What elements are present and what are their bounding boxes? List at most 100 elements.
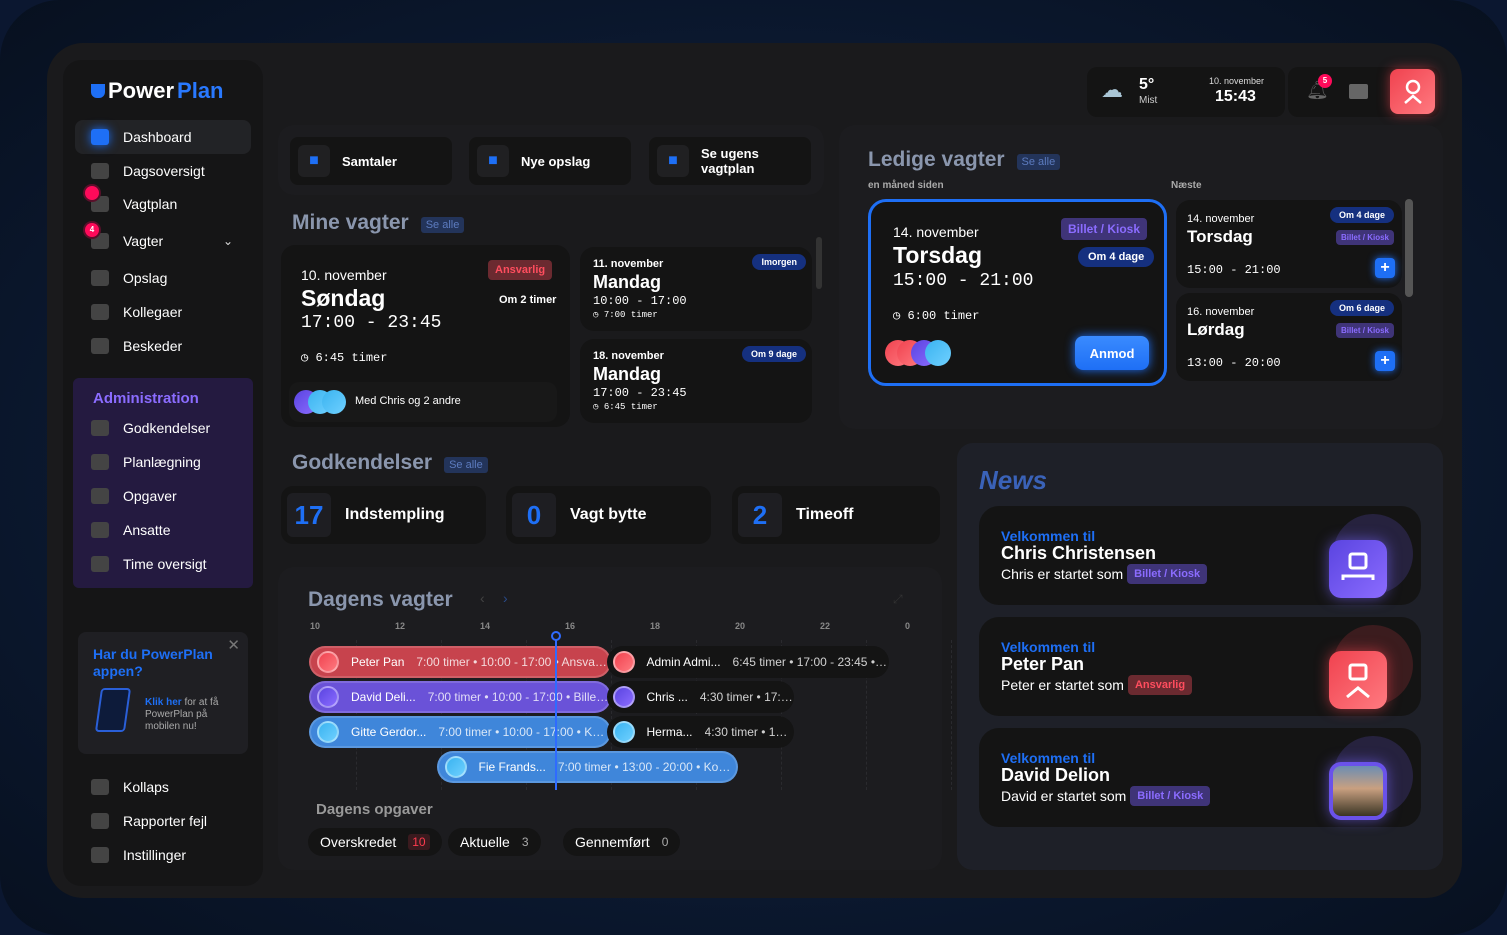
shift-card[interactable]: 11. november Mandag 10:00 - 17:00 ◷ 7:00…: [580, 247, 812, 331]
task-filter-overskredet[interactable]: Overskredet 10: [308, 828, 442, 856]
task-filter-gennemført[interactable]: Gennemført 0: [563, 828, 681, 856]
shift-employee: Fie Frands...: [478, 760, 546, 774]
approval-vagt-bytte[interactable]: 0 Vagt bytte: [506, 486, 711, 544]
promo-link[interactable]: Klik her: [145, 697, 182, 708]
sidebar-item-instillinger[interactable]: Instillinger: [75, 838, 251, 872]
shift-date: 18. november: [593, 350, 664, 362]
open-shift-card[interactable]: 14. november Torsdag 15:00 - 21:00 Om 4 …: [1176, 200, 1402, 288]
shift-hours: ◷ 6:45 timer: [593, 402, 658, 412]
profile-avatar-button[interactable]: [1390, 69, 1435, 114]
shift-info: 4:30 timer • 17:00...: [699, 690, 794, 704]
chat-icon: ■: [298, 145, 330, 177]
chat-icon[interactable]: [1349, 84, 1368, 99]
notification-badge: [85, 186, 99, 200]
news-avatar: [1329, 540, 1387, 598]
sidebar-item-kollegaer[interactable]: Kollegaer: [75, 295, 251, 329]
approval-indstempling[interactable]: 17 Indstempling: [281, 486, 486, 544]
countdown-pill: Om 9 dage: [741, 346, 806, 362]
quick-action-nye-opslag[interactable]: ■ Nye opslag: [469, 137, 631, 185]
shift-hours: ◷ 6:45 timer: [301, 351, 388, 365]
section-title: Godkendelser: [292, 451, 433, 474]
logo[interactable]: Power Plan: [91, 78, 224, 104]
sidebar-item-dashboard[interactable]: Dashboard: [75, 120, 251, 154]
next-shift-card[interactable]: 10. november Søndag 17:00 - 23:45 ◷ 6:45…: [281, 245, 570, 427]
news-avatar: [1329, 762, 1387, 820]
role-badge: Billet / Kiosk: [1127, 564, 1208, 584]
scrollbar[interactable]: [816, 237, 822, 289]
user-role-icon: [1346, 663, 1370, 699]
sidebar-item-ansatte[interactable]: Ansatte: [75, 513, 251, 547]
add-icon[interactable]: +: [1375, 351, 1395, 371]
approval-label: Timeoff: [796, 506, 854, 523]
sidebar-item-kollaps[interactable]: Kollaps: [75, 770, 251, 804]
section-title: Dagens opgaver: [316, 801, 433, 818]
sidebar-item-planlægning[interactable]: Planlægning: [75, 445, 251, 479]
sidebar: Power Plan Dashboard Dagsoversigt Vagtplan 4…: [63, 60, 263, 886]
news-text: David er startet som: [1001, 788, 1127, 804]
calendar-stack-icon: [91, 163, 109, 179]
news-item[interactable]: Velkommen til Peter Pan Peter er startet…: [979, 617, 1421, 716]
shift-hours: ◷ 6:00 timer: [893, 309, 980, 323]
timeline-shift[interactable]: Gitte Gerdor... 7:00 timer • 10:00 - 17:0…: [309, 716, 611, 748]
sidebar-item-label: Vagter: [123, 233, 164, 249]
expand-icon[interactable]: ⤢: [893, 592, 903, 607]
sidebar-item-dagsoversigt[interactable]: Dagsoversigt: [75, 154, 251, 188]
timeline-shift[interactable]: Chris ... 4:30 timer • 17:00...: [606, 681, 794, 713]
news-item[interactable]: Velkommen til David Delion David er star…: [979, 728, 1421, 827]
sidebar-item-beskeder[interactable]: Beskeder: [75, 329, 251, 363]
news-text: Peter er startet som: [1001, 677, 1124, 693]
approval-count: 0: [512, 493, 556, 537]
sidebar-item-godkendelser[interactable]: Godkendelser: [75, 411, 251, 445]
sidebar-item-opslag[interactable]: Opslag: [75, 261, 251, 295]
see-all-button[interactable]: Se alle: [1016, 153, 1061, 170]
quick-action-label: Se ugens vagtplan: [701, 146, 759, 176]
open-shift-card[interactable]: 16. november Lørdag 13:00 - 20:00 Om 6 d…: [1176, 293, 1402, 381]
request-button[interactable]: Anmod: [1075, 336, 1149, 370]
sidebar-item-time-oversigt[interactable]: Time oversigt: [75, 547, 251, 581]
timeline-shift[interactable]: Admin Admi... 6:45 timer • 17:00 - 23:45 …: [606, 646, 890, 678]
shift-time: 17:00 - 23:45: [301, 313, 442, 333]
quick-action-se-ugens-vagtplan[interactable]: ■ Se ugens vagtplan: [649, 137, 811, 185]
hours-value: 6:00 timer: [907, 309, 980, 323]
avatar: [317, 651, 339, 673]
section-title: Ledige vagter: [868, 148, 1005, 171]
news-item[interactable]: Velkommen til Chris Christensen Chris er…: [979, 506, 1421, 605]
timeline-shift[interactable]: David Deli... 7:00 timer • 10:00 - 17:00 …: [309, 681, 611, 713]
admin-item-icon: [91, 488, 109, 504]
hours-value: 6:45 timer: [603, 402, 658, 412]
avatar: [612, 686, 635, 708]
sidebar-item-opgaver[interactable]: Opgaver: [75, 479, 251, 513]
sidebar-item-vagtplan[interactable]: Vagtplan: [75, 186, 251, 221]
sidebar-item-rapporter-fejl[interactable]: Rapporter fejl: [75, 804, 251, 838]
approval-timeoff[interactable]: 2 Timeoff: [732, 486, 940, 544]
timeline-shift[interactable]: Herma... 4:30 timer • 17:00...: [606, 716, 794, 748]
ledige-header: Ledige vagter Se alle: [868, 148, 1061, 172]
timeline-shift[interactable]: Fie Frands... 7:00 timer • 13:00 - 20:00 …: [436, 751, 738, 783]
see-all-button[interactable]: Se alle: [444, 456, 488, 473]
quick-action-label: Samtaler: [342, 153, 397, 169]
task-filter-aktuelle[interactable]: Aktuelle 3: [448, 828, 541, 856]
timeline-shift[interactable]: Peter Pan 7:00 timer • 10:00 - 17:00 • An…: [309, 646, 611, 678]
close-icon[interactable]: ✕: [227, 636, 240, 654]
shift-time: 10:00 - 17:00: [593, 294, 687, 308]
axis-tick: 22: [820, 621, 831, 631]
see-all-button[interactable]: Se alle: [420, 216, 465, 233]
open-shift-card[interactable]: 14. november Torsdag 15:00 - 21:00 ◷ 6:0…: [868, 199, 1167, 386]
sidebar-item-vagter[interactable]: 4 Vagter ⌄: [75, 223, 251, 258]
chevron-right-icon[interactable]: ›: [503, 590, 508, 606]
shift-time: 15:00 - 21:00: [893, 271, 1034, 291]
weather-condition: Mist: [1139, 95, 1158, 106]
chevron-down-icon[interactable]: ⌄: [223, 234, 233, 248]
calendar-icon: [85, 186, 109, 212]
approval-count: 17: [287, 493, 331, 537]
quick-action-samtaler[interactable]: ■ Samtaler: [290, 137, 452, 185]
shift-card[interactable]: 18. november Mandag 17:00 - 23:45 ◷ 6:45…: [580, 339, 812, 423]
shift-hours: ◷ 7:00 timer: [593, 310, 658, 320]
chevrons-left-icon: [91, 779, 109, 795]
scrollbar[interactable]: [1405, 199, 1413, 297]
avatar: [317, 686, 339, 708]
add-icon[interactable]: +: [1375, 258, 1395, 278]
coworkers-row[interactable]: Med Chris og 2 andre: [289, 382, 557, 422]
admin-item-icon: [91, 420, 109, 436]
chevron-left-icon[interactable]: ‹: [480, 590, 485, 606]
